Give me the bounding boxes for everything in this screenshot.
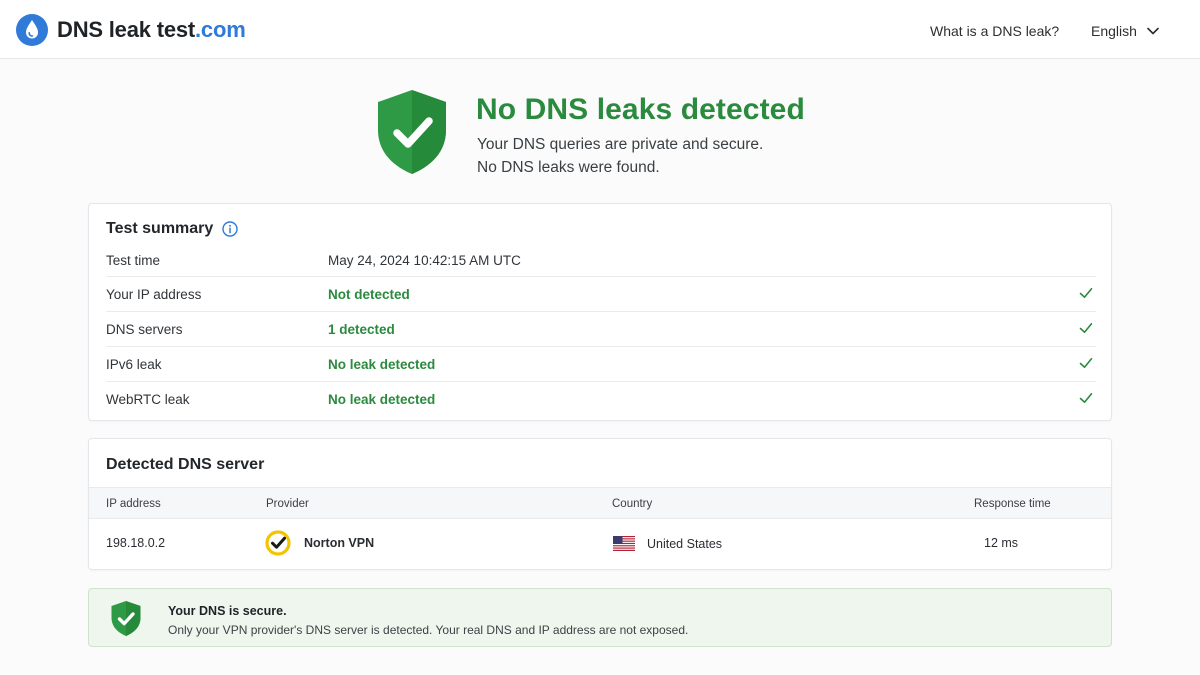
detected-dns-server-card: Detected DNS server IP address Provider …	[88, 438, 1112, 570]
site-logo[interactable]: DNS leak test.com	[16, 14, 246, 46]
logo-suffix: .com	[195, 17, 246, 42]
water-drop-icon	[16, 14, 48, 46]
country-name: United States	[647, 536, 723, 551]
summary-row-ipv6-leak: IPv6 leak No leak detected	[106, 346, 1096, 381]
banner-title: Your DNS is secure.	[168, 604, 287, 618]
summary-value: May 24, 2024 10:42:15 AM UTC	[328, 253, 521, 268]
chevron-down-icon	[1147, 27, 1159, 35]
info-icon[interactable]	[222, 221, 239, 237]
summary-label: WebRTC leak	[106, 392, 190, 407]
cell-response-time: 12 ms	[984, 536, 1019, 550]
summary-row-webrtc-leak: WebRTC leak No leak detected	[106, 381, 1096, 416]
summary-value: 1 detected	[328, 322, 395, 337]
provider-name: Norton VPN	[304, 536, 375, 550]
language-selector[interactable]: English	[1091, 23, 1159, 39]
summary-label: Test time	[106, 253, 161, 268]
language-label: English	[1091, 23, 1137, 39]
table-header: IP address Provider Country Response tim…	[89, 487, 1111, 519]
column-header-ip: IP address	[106, 498, 161, 510]
shield-check-icon	[111, 601, 141, 636]
summary-row-dns-servers: DNS servers 1 detected	[106, 311, 1096, 346]
norton-logo-icon	[265, 530, 291, 556]
checkmark-icon	[1079, 393, 1093, 403]
test-summary-card: Test summary Test time May 24, 2024 10:4…	[88, 203, 1112, 421]
us-flag-icon	[613, 536, 635, 551]
cell-ip-address: 198.18.0.2	[106, 536, 166, 550]
secure-banner: Your DNS is secure. Only your VPN provid…	[88, 588, 1112, 647]
column-header-country: Country	[612, 498, 653, 510]
summary-value: No leak detected	[328, 357, 436, 372]
result-subtitle-line2: No DNS leaks were found.	[477, 159, 660, 176]
shield-check-icon	[378, 90, 446, 174]
test-summary-title: Test summary	[106, 220, 239, 238]
summary-row-ip-address: Your IP address Not detected	[106, 276, 1096, 311]
summary-value: Not detected	[328, 287, 410, 302]
result-subtitle-line1: Your DNS queries are private and secure.	[477, 136, 764, 153]
result-title: No DNS leaks detected	[476, 93, 805, 126]
cell-country: United States	[613, 536, 722, 551]
checkmark-icon	[1079, 358, 1093, 368]
summary-label: DNS servers	[106, 322, 183, 337]
banner-text: Only your VPN provider's DNS server is d…	[168, 623, 689, 637]
checkmark-icon	[1079, 323, 1093, 333]
summary-label: Your IP address	[106, 287, 202, 302]
summary-row-test-time: Test time May 24, 2024 10:42:15 AM UTC	[106, 243, 1096, 278]
logo-text: DNS leak test.com	[57, 17, 246, 42]
detected-dns-server-title: Detected DNS server	[106, 456, 265, 473]
summary-value: No leak detected	[328, 392, 436, 407]
what-is-dns-leak-link[interactable]: What is a DNS leak?	[930, 23, 1059, 39]
column-header-response-time: Response time	[974, 498, 1051, 510]
summary-label: IPv6 leak	[106, 357, 162, 372]
column-header-provider: Provider	[266, 498, 309, 510]
checkmark-icon	[1079, 288, 1093, 298]
top-bar: DNS leak test.com What is a DNS leak? En…	[0, 0, 1200, 59]
cell-provider: Norton VPN	[265, 530, 374, 556]
